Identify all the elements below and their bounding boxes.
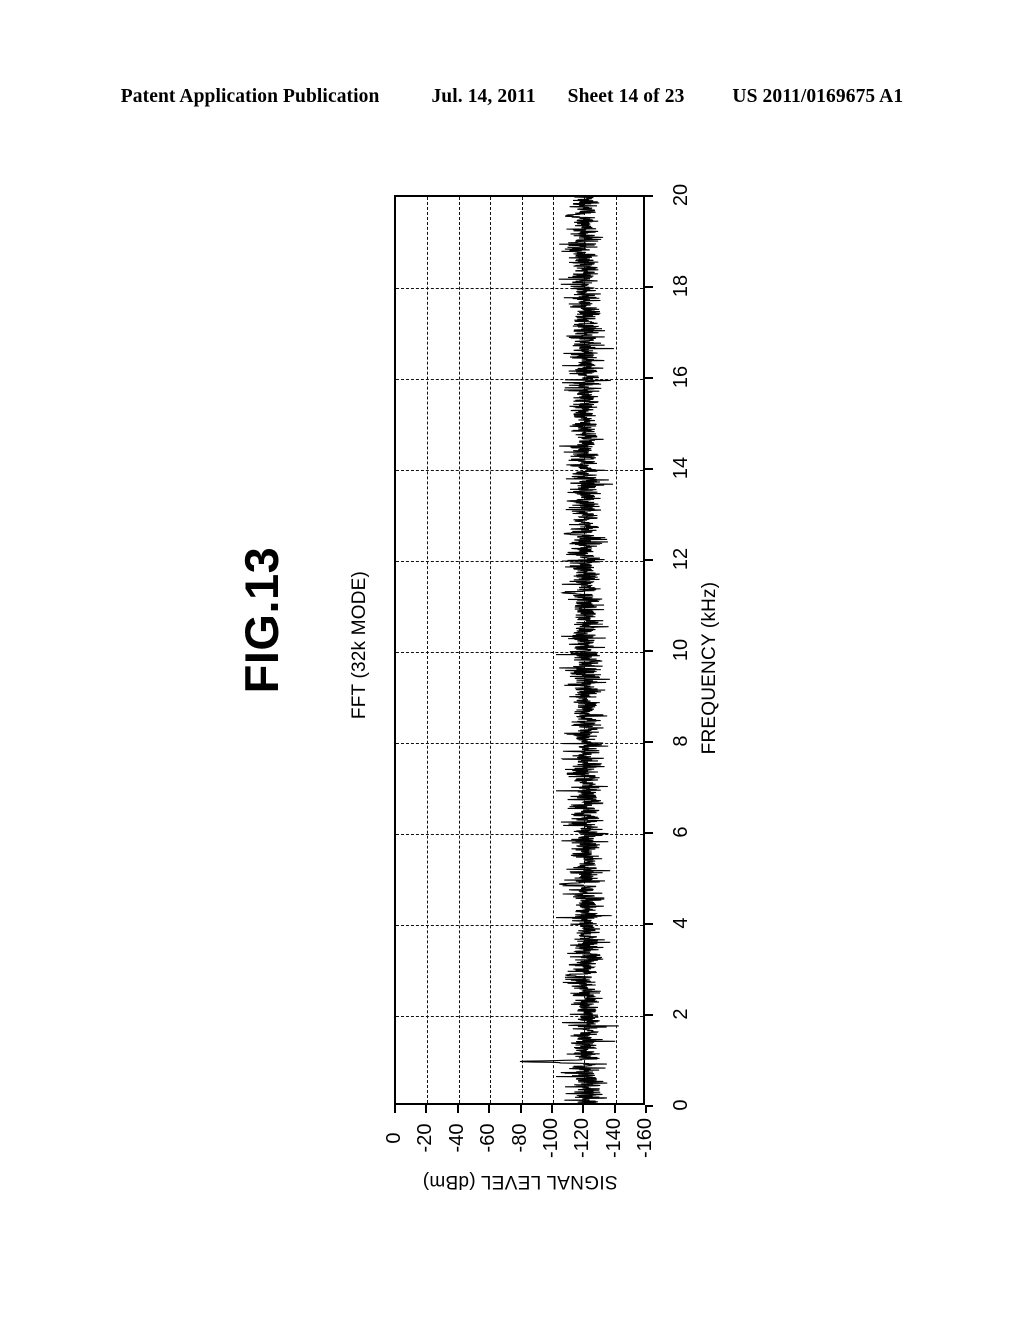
tick-label-frequency: 18 <box>670 274 692 298</box>
tick-mark-frequency <box>645 1014 653 1016</box>
tick-label-frequency: 14 <box>670 456 692 480</box>
tick-mark-frequency <box>645 923 653 925</box>
tick-mark-level <box>582 1105 585 1113</box>
tick-label-level: -140 <box>602 1117 625 1159</box>
axis-title-frequency: FREQUENCY (kHz) <box>699 581 720 755</box>
tick-label-level: 0 <box>383 1132 405 1144</box>
tick-mark-frequency <box>645 741 653 743</box>
tick-label-frequency: 10 <box>670 638 692 662</box>
tick-label-frequency: 2 <box>670 1008 692 1020</box>
tick-label-level: -20 <box>414 1123 437 1153</box>
tick-mark-frequency <box>645 559 653 561</box>
tick-mark-frequency <box>645 1105 653 1107</box>
tick-mark-level <box>456 1105 459 1113</box>
tick-mark-level <box>425 1105 428 1113</box>
drawing-sheet: FIG.13 FFT (32k MODE) 0 -20 -40 -60 -80 -100-… <box>0 0 1024 1320</box>
tick-label-level: -160 <box>634 1117 656 1159</box>
axis-title-signal-level: SIGNAL LEVEL (dBm) <box>422 1171 618 1192</box>
tick-mark-level <box>519 1105 522 1113</box>
tick-label-level: -120 <box>571 1117 594 1159</box>
tick-label-frequency: 16 <box>670 365 692 389</box>
tick-label-frequency: 0 <box>670 1099 692 1111</box>
tick-label-frequency: 8 <box>670 735 692 747</box>
tick-label-frequency: 12 <box>670 547 692 571</box>
figure-label: FIG.13 <box>235 546 288 694</box>
tick-label-level: -100 <box>539 1117 562 1159</box>
tick-mark-level <box>613 1105 616 1113</box>
tick-mark-level <box>488 1105 491 1113</box>
tick-mark-frequency <box>645 650 653 652</box>
tick-mark-level <box>394 1105 396 1113</box>
tick-mark-frequency <box>645 195 653 197</box>
tick-mark-frequency <box>645 377 653 379</box>
tick-mark-frequency <box>645 468 653 470</box>
chart-title: FFT (32k MODE) <box>349 570 370 720</box>
tick-mark-level <box>550 1105 553 1113</box>
tick-label-frequency: 6 <box>670 826 692 838</box>
tick-mark-frequency <box>645 286 653 288</box>
tick-label-level: -60 <box>477 1123 500 1153</box>
tick-label-level: -80 <box>508 1123 531 1153</box>
tick-mark-frequency <box>645 832 653 834</box>
tick-label-level: -40 <box>445 1123 468 1153</box>
tick-label-frequency: 4 <box>670 917 692 929</box>
tick-label-frequency: 20 <box>670 183 692 207</box>
plot-area <box>394 195 645 1105</box>
fft-spectrum-trace <box>519 197 619 1103</box>
